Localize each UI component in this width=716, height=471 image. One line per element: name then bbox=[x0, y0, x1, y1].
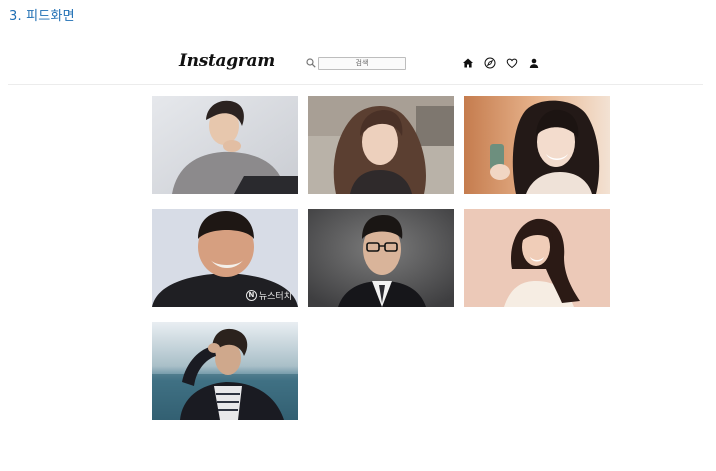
home-icon[interactable] bbox=[462, 57, 474, 69]
search-input[interactable] bbox=[318, 56, 406, 70]
feed-photo[interactable] bbox=[308, 209, 454, 307]
feed-photo[interactable] bbox=[464, 209, 610, 307]
feed-grid: N 뉴스터치 bbox=[152, 96, 610, 420]
heart-icon[interactable] bbox=[506, 57, 518, 69]
photo-image bbox=[464, 96, 610, 194]
watermark: N 뉴스터치 bbox=[245, 289, 292, 302]
watermark-badge: N bbox=[245, 290, 257, 301]
nav-icons bbox=[462, 56, 540, 70]
feed-photo[interactable] bbox=[152, 96, 298, 194]
feed-photo[interactable]: N 뉴스터치 bbox=[152, 209, 298, 307]
feed-photo[interactable] bbox=[308, 96, 454, 194]
photo-image bbox=[308, 96, 454, 194]
section-heading: 3. 피드화면 bbox=[9, 9, 75, 24]
search-icon bbox=[306, 58, 316, 68]
photo-image bbox=[152, 96, 298, 194]
photo-image bbox=[464, 209, 610, 307]
feed-photo[interactable] bbox=[464, 96, 610, 194]
search-bar bbox=[306, 56, 406, 70]
photo-image bbox=[152, 322, 298, 420]
instagram-logo[interactable]: Instagram bbox=[179, 51, 275, 71]
explore-icon[interactable] bbox=[484, 57, 496, 69]
photo-image bbox=[308, 209, 454, 307]
watermark-text: 뉴스터치 bbox=[258, 292, 292, 302]
feed-photo[interactable] bbox=[152, 322, 298, 420]
instagram-header: Instagram bbox=[8, 44, 703, 85]
profile-icon[interactable] bbox=[528, 57, 540, 69]
